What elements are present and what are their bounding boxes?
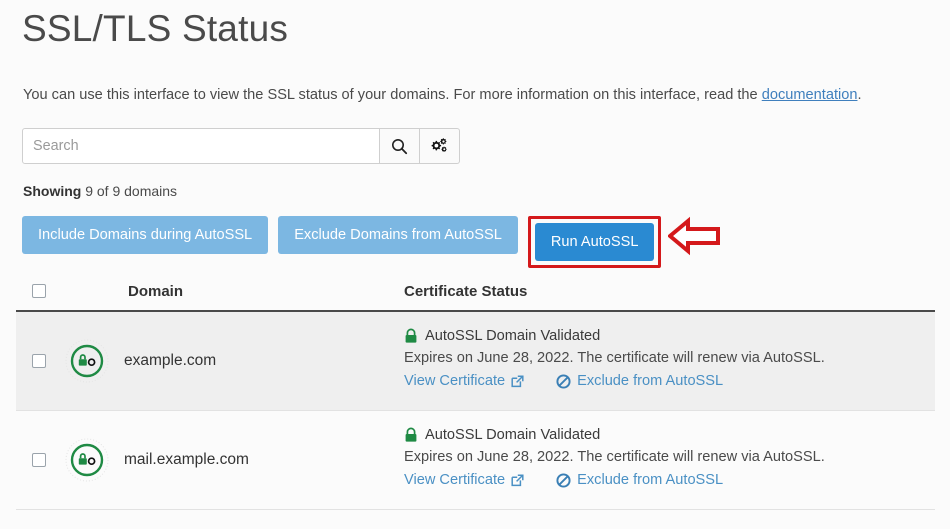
row-status-cell: AutoSSL Domain Validated Expires on June… bbox=[404, 312, 935, 389]
ban-icon bbox=[556, 472, 571, 488]
row-checkbox[interactable] bbox=[32, 354, 46, 368]
intro-text-after: . bbox=[857, 87, 862, 103]
ssl-tls-status-page: SSL/TLS Status You can use this interfac… bbox=[0, 0, 950, 529]
left-arrow-annotation bbox=[666, 216, 720, 256]
domain-name: mail.example.com bbox=[124, 451, 249, 468]
status-links: View Certificate Exclude from AutoSSL bbox=[404, 472, 935, 488]
action-buttons: Include Domains during AutoSSL Exclude D… bbox=[22, 216, 662, 268]
ssl-validated-icon bbox=[64, 338, 110, 384]
select-all-cell bbox=[16, 284, 64, 298]
column-header-status: Certificate Status bbox=[404, 282, 528, 300]
view-certificate-link[interactable]: View Certificate bbox=[404, 472, 524, 488]
row-select-cell bbox=[16, 312, 64, 372]
documentation-link[interactable]: documentation bbox=[762, 87, 858, 103]
exclude-from-autossl-label: Exclude from AutoSSL bbox=[577, 373, 724, 389]
exclude-domains-button[interactable]: Exclude Domains from AutoSSL bbox=[278, 216, 518, 254]
row-status-cell: AutoSSL Domain Validated Expires on June… bbox=[404, 411, 935, 488]
exclude-from-autossl-link[interactable]: Exclude from AutoSSL bbox=[556, 373, 723, 389]
status-links: View Certificate Exclude from AutoSSL bbox=[404, 373, 935, 389]
table-row: mail.example.com AutoSSL Domain Validate… bbox=[16, 411, 935, 510]
exclude-from-autossl-label: Exclude from AutoSSL bbox=[577, 472, 724, 488]
status-title: AutoSSL Domain Validated bbox=[425, 328, 601, 344]
column-header-domain: Domain bbox=[128, 282, 184, 300]
view-certificate-link[interactable]: View Certificate bbox=[404, 373, 524, 389]
ban-icon bbox=[556, 373, 571, 389]
green-lock-icon bbox=[404, 427, 418, 443]
external-link-icon bbox=[511, 473, 524, 487]
domain-name: example.com bbox=[124, 352, 217, 369]
showing-label: Showing bbox=[23, 183, 82, 199]
run-autossl-button[interactable]: Run AutoSSL bbox=[534, 223, 655, 261]
row-checkbox[interactable] bbox=[32, 453, 46, 467]
status-detail: Expires on June 28, 2022. The certificat… bbox=[404, 350, 825, 366]
external-link-icon bbox=[511, 374, 524, 388]
status-detail: Expires on June 28, 2022. The certificat… bbox=[404, 449, 825, 465]
search-input[interactable] bbox=[22, 128, 380, 164]
intro-text-before: You can use this interface to view the S… bbox=[23, 87, 762, 103]
table-header-row: Domain Certificate Status bbox=[16, 276, 935, 312]
table-row: example.com AutoSSL Domain Validated Exp… bbox=[16, 312, 935, 411]
search-button[interactable] bbox=[380, 128, 420, 164]
green-lock-icon bbox=[404, 328, 418, 344]
domains-table: Domain Certificate Status example.com Au… bbox=[16, 276, 935, 510]
search-bar bbox=[22, 128, 460, 164]
status-title-line: AutoSSL Domain Validated bbox=[404, 328, 935, 344]
intro-paragraph: You can use this interface to view the S… bbox=[23, 87, 862, 103]
cogs-icon bbox=[430, 137, 449, 155]
search-icon bbox=[391, 138, 408, 155]
view-certificate-label: View Certificate bbox=[404, 472, 506, 488]
showing-count: Showing 9 of 9 domains bbox=[23, 183, 177, 199]
view-certificate-label: View Certificate bbox=[404, 373, 506, 389]
showing-text: 9 of 9 domains bbox=[81, 183, 178, 199]
row-domain-cell: example.com bbox=[64, 312, 404, 384]
status-title: AutoSSL Domain Validated bbox=[425, 427, 601, 443]
include-domains-button[interactable]: Include Domains during AutoSSL bbox=[22, 216, 269, 254]
row-select-cell bbox=[16, 411, 64, 471]
row-domain-cell: mail.example.com bbox=[64, 411, 404, 483]
search-settings-button[interactable] bbox=[420, 128, 460, 164]
status-title-line: AutoSSL Domain Validated bbox=[404, 427, 935, 443]
select-all-checkbox[interactable] bbox=[32, 284, 46, 298]
page-title: SSL/TLS Status bbox=[22, 8, 289, 49]
ssl-validated-icon bbox=[64, 437, 110, 483]
run-autossl-highlight: Run AutoSSL bbox=[527, 216, 662, 268]
exclude-from-autossl-link[interactable]: Exclude from AutoSSL bbox=[556, 472, 723, 488]
